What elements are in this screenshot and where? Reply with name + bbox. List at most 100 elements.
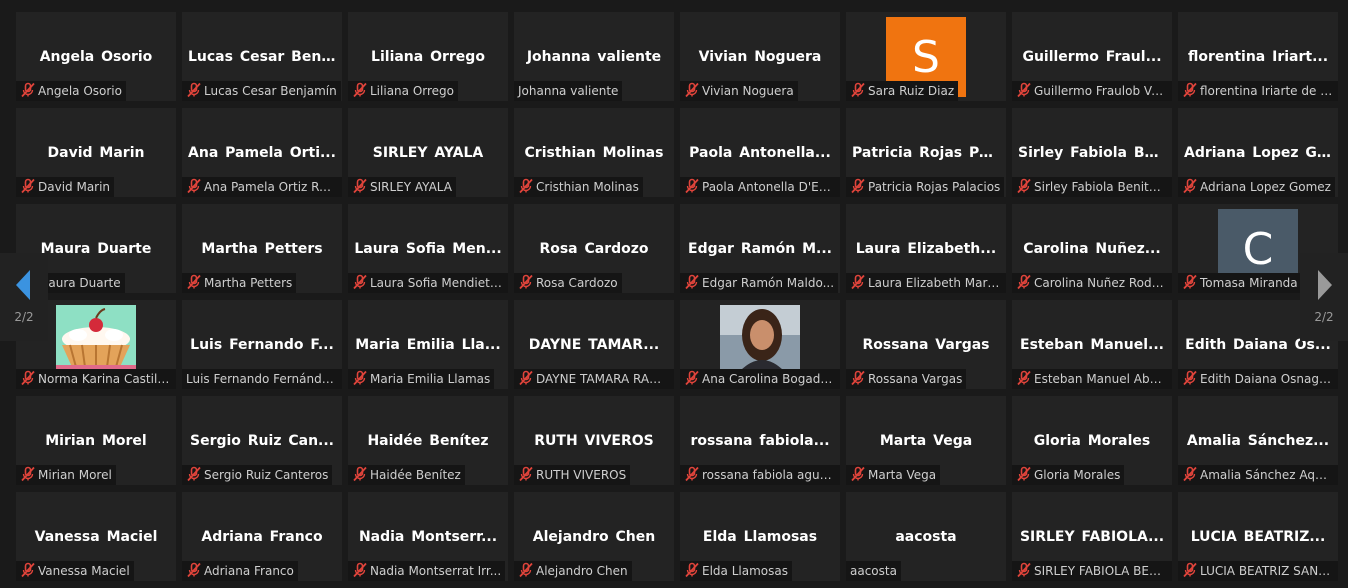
participant-name-label: rossana fabiola ague... [680, 465, 840, 485]
participant-display-name: rossana fabiola... [690, 433, 830, 449]
participant-tile[interactable]: Carolina Nuñez... Carolina Nuñez Rodri... [1012, 204, 1172, 293]
participant-name-label: Alejandro Chen [514, 561, 632, 581]
participant-tile[interactable]: Ana Carolina Bogado... [680, 300, 840, 389]
participant-display-name: Laura Sofia Men... [354, 241, 502, 257]
participant-display-name: Gloria Morales [1033, 433, 1151, 449]
participant-tile[interactable]: Adriana Lopez G... Adriana Lopez Gomez [1178, 108, 1338, 197]
participant-name-label: Patricia Rojas Palacios [846, 177, 1005, 197]
participant-tile[interactable]: Nadia Montserr... Nadia Montserrat Irr... [348, 492, 508, 581]
participant-name-label: Mirian Morel [16, 465, 116, 485]
participant-tile[interactable]: Elda Llamosas Elda Llamosas [680, 492, 840, 581]
participant-name-label: florentina Iriarte de O... [1178, 81, 1338, 101]
participant-display-name: Luis Fernando F... [190, 337, 334, 353]
participant-tile[interactable]: LUCIA BEATRIZ... LUCIA BEATRIZ SANG... [1178, 492, 1338, 581]
participant-display-name: aacosta [895, 529, 957, 545]
participant-tile[interactable]: Laura Elizabeth... Laura Elizabeth Marin.… [846, 204, 1006, 293]
participant-tile[interactable]: Alejandro Chen Alejandro Chen [514, 492, 674, 581]
previous-page-button[interactable]: 2/2 [0, 253, 48, 341]
participant-name-label: Liliana Orrego [348, 81, 458, 101]
participant-name-label: Sergio Ruiz Canteros [182, 465, 333, 485]
participant-name-label: LUCIA BEATRIZ SANG... [1178, 561, 1338, 581]
participant-tile[interactable]: Sirley Fabiola Be... Sirley Fabiola Benit… [1012, 108, 1172, 197]
participant-tile[interactable]: Haidée Benítez Haidée Benítez [348, 396, 508, 485]
participant-tile[interactable]: Paola Antonella... Paola Antonella D'Ecc.… [680, 108, 840, 197]
participant-tile[interactable]: florentina Iriart... florentina Iriarte d… [1178, 12, 1338, 101]
participant-display-name: Haidée Benítez [367, 433, 489, 449]
participant-tile[interactable]: Johanna valiente Johanna valiente [514, 12, 674, 101]
participant-tile[interactable]: Luis Fernando F... Luis Fernando Fernánde… [182, 300, 342, 389]
muted-mic-icon [21, 82, 35, 98]
participant-tile[interactable]: SIRLEY AYALA SIRLEY AYALA [348, 108, 508, 197]
triangle-right-icon [1318, 270, 1332, 300]
page-indicator-right: 2/2 [1314, 310, 1334, 324]
participant-tile[interactable]: Lucas Cesar Ben... Lucas Cesar Benjamín [182, 12, 342, 101]
participant-tile[interactable]: Vivian Noguera Vivian Noguera [680, 12, 840, 101]
participant-tile[interactable]: rossana fabiola... rossana fabiola ague..… [680, 396, 840, 485]
muted-mic-icon [353, 82, 367, 98]
muted-mic-icon [187, 274, 201, 290]
participant-tile[interactable]: RUTH VIVEROS RUTH VIVEROS [514, 396, 674, 485]
muted-mic-icon [851, 178, 865, 194]
participant-name-text: aacosta [850, 564, 897, 578]
participant-name-label: Carolina Nuñez Rodri... [1012, 273, 1172, 293]
participant-tile[interactable]: Vanessa Maciel Vanessa Maciel [16, 492, 176, 581]
participant-display-name: Alejandro Chen [532, 529, 656, 545]
participant-display-name: Amalia Sánchez... [1186, 433, 1330, 449]
participant-tile[interactable]: Maria Emilia Lla... Maria Emilia Llamas [348, 300, 508, 389]
participant-tile[interactable]: David Marin David Marin [16, 108, 176, 197]
participant-tile[interactable]: aacosta aacosta [846, 492, 1006, 581]
participant-name-text: Alejandro Chen [536, 564, 628, 578]
next-page-button[interactable]: 2/2 [1300, 253, 1348, 341]
participant-tile[interactable]: Ana Pamela Orti... Ana Pamela Ortiz Roj..… [182, 108, 342, 197]
participant-display-name: Rosa Cardozo [539, 241, 649, 257]
muted-mic-icon [685, 562, 699, 578]
participant-tile[interactable]: Adriana Franco Adriana Franco [182, 492, 342, 581]
muted-mic-icon [519, 466, 533, 482]
participant-tile[interactable]: Laura Sofia Men... Laura Sofia Mendieta..… [348, 204, 508, 293]
participant-tile[interactable]: Angela Osorio Angela Osorio [16, 12, 176, 101]
participant-tile[interactable]: Mirian Morel Mirian Morel [16, 396, 176, 485]
participant-display-name: DAYNE TAMAR... [528, 337, 660, 353]
participant-name-text: Adriana Lopez Gomez [1200, 180, 1331, 194]
participant-name-text: SIRLEY FABIOLA BENI... [1034, 564, 1172, 578]
participant-name-label: Esteban Manuel Abb... [1012, 369, 1172, 389]
participant-tile[interactable]: Amalia Sánchez... Amalia Sánchez Aquino [1178, 396, 1338, 485]
participant-name-text: Nadia Montserrat Irr... [370, 564, 502, 578]
participant-name-text: Maura Duarte [38, 276, 121, 290]
participant-name-text: Edith Daiana Osnaghi... [1200, 372, 1338, 386]
muted-mic-icon [353, 466, 367, 482]
participant-tile[interactable]: Sergio Ruiz Can... Sergio Ruiz Canteros [182, 396, 342, 485]
participant-display-name: Rossana Vargas [862, 337, 990, 353]
participant-name-label: Sirley Fabiola Benitez ... [1012, 177, 1172, 197]
participant-tile[interactable]: Esteban Manuel... Esteban Manuel Abb... [1012, 300, 1172, 389]
participant-name-label: Edgar Ramón Maldo... [680, 273, 839, 293]
participant-gallery: Angela Osorio Angela Osorio Lucas Cesar Be… [0, 0, 1348, 588]
participant-tile[interactable]: SIRLEY FABIOLA... SIRLEY FABIOLA BENI... [1012, 492, 1172, 581]
participant-display-name: Maria Emilia Lla... [355, 337, 501, 353]
participant-display-name: Mirian Morel [45, 433, 147, 449]
participant-tile[interactable]: Edgar Ramón M... Edgar Ramón Maldo... [680, 204, 840, 293]
participant-tile[interactable]: DAYNE TAMAR... DAYNE TAMARA RAM... [514, 300, 674, 389]
participant-name-label: Guillermo Fraulob Val... [1012, 81, 1172, 101]
participant-tile[interactable]: Cristhian Molinas Cristhian Molinas [514, 108, 674, 197]
muted-mic-icon [353, 178, 367, 194]
participant-tile[interactable]: Guillermo Fraul... Guillermo Fraulob Val.… [1012, 12, 1172, 101]
participant-tile[interactable]: Marta Vega Marta Vega [846, 396, 1006, 485]
participant-tile[interactable]: S Sara Ruiz Diaz [846, 12, 1006, 101]
participant-name-label: Marta Vega [846, 465, 941, 485]
participant-tile[interactable]: Martha Petters Martha Petters [182, 204, 342, 293]
participant-name-label: aacosta [846, 561, 901, 581]
participant-name-label: Adriana Franco [182, 561, 298, 581]
participant-name-text: Adriana Franco [204, 564, 294, 578]
page-indicator-left: 2/2 [14, 310, 34, 324]
participant-display-name: Vanessa Maciel [34, 529, 158, 545]
participant-tile[interactable]: Gloria Morales Gloria Morales [1012, 396, 1172, 485]
participant-name-text: Patricia Rojas Palacios [868, 180, 1001, 194]
participant-tile[interactable]: Rossana Vargas Rossana Vargas [846, 300, 1006, 389]
participant-tile[interactable]: Rosa Cardozo Rosa Cardozo [514, 204, 674, 293]
participant-name-text: David Marin [38, 180, 111, 194]
participant-tile[interactable]: Patricia Rojas Pa... Patricia Rojas Palac… [846, 108, 1006, 197]
participant-name-text: florentina Iriarte de O... [1200, 84, 1338, 98]
participant-tile[interactable]: Liliana Orrego Liliana Orrego [348, 12, 508, 101]
participant-display-name: Sergio Ruiz Can... [189, 433, 334, 449]
